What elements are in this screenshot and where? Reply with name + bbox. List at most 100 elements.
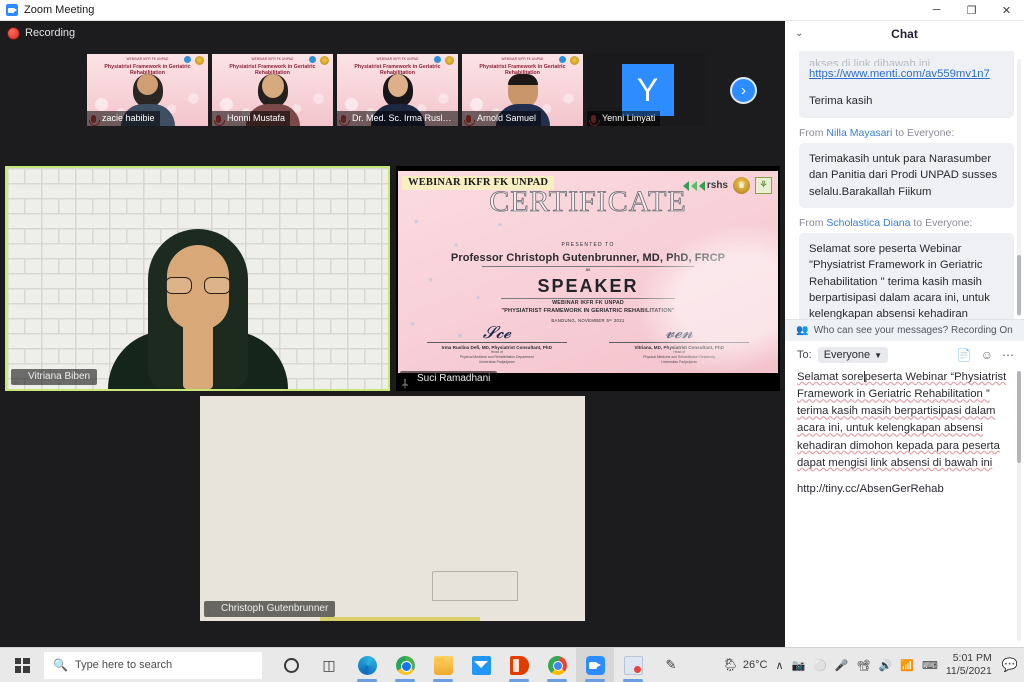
windows-taskbar: 🔍 Type here to search ◫ ✎ 🌦 26°C ∧ 📷 ⚪ 🎤…	[0, 647, 1024, 682]
bluetooth-tray-icon[interactable]: 📶	[900, 659, 914, 672]
minimize-button[interactable]: ─	[919, 0, 954, 21]
tile-name-label: Vitriana Biben	[11, 369, 98, 385]
chat-message-list[interactable]: akses di link dibawah ini https://www.me…	[785, 47, 1024, 319]
from-prefix: From	[799, 216, 824, 229]
sender-name[interactable]: Scholastica Diana	[826, 217, 910, 229]
thumbnail-name-label: Arnold Samuel	[462, 111, 542, 126]
microphone-tray-icon[interactable]: 🎤	[835, 659, 849, 672]
slide-logo-a-icon	[184, 56, 191, 63]
compose-recipient-dropdown[interactable]: Everyone ▼	[817, 347, 889, 363]
window-title-bar: Zoom Meeting ─ ❐ ✕	[0, 0, 1024, 21]
file-explorer-icon	[433, 655, 453, 675]
taskbar-app-task-view[interactable]: ◫	[310, 648, 348, 682]
chat-scrollbar-thumb[interactable]	[1017, 255, 1021, 315]
chat-privacy-bar[interactable]: 👥 Who can see your messages? Recording O…	[785, 319, 1024, 341]
show-hidden-icons-button[interactable]: ∧	[775, 659, 783, 672]
signature-role-3: Universitas Padjadjaran	[661, 359, 698, 364]
chrome-beta-icon	[395, 655, 415, 675]
taskbar-app-sticky-notes[interactable]	[614, 648, 652, 682]
certificate-image: WEBINAR IKFR FK UNPAD CERTIFICATE rshs P…	[398, 171, 778, 373]
zoom-tray-icon[interactable]: ⚪	[813, 659, 827, 672]
video-tile-suci-ramadhani-certificate[interactable]: WEBINAR IKFR FK UNPAD CERTIFICATE rshs P…	[396, 166, 780, 391]
taskbar-search-placeholder: Type here to search	[74, 659, 173, 671]
chat-compose-input[interactable]: Selamat sorepeserta Webinar “Physiatrist…	[797, 369, 1014, 472]
taskbar-app-mail[interactable]	[462, 648, 500, 682]
camera-tray-icon[interactable]: 📷	[792, 659, 806, 672]
chat-header: ⌄ Chat	[785, 21, 1024, 47]
tile-name-label: Suci Ramadhani	[400, 371, 498, 387]
chat-scrollbar[interactable]	[1017, 59, 1021, 317]
close-button[interactable]: ✕	[989, 0, 1024, 21]
compose-scrollbar[interactable]	[1017, 371, 1021, 641]
taskbar-app-cortana[interactable]	[272, 648, 310, 682]
zoom-icon	[6, 4, 18, 16]
sender-name[interactable]: Nilla Mayasari	[826, 127, 892, 139]
compose-to-label: To:	[797, 349, 812, 361]
thumbnail-participant-4[interactable]: Y Yenni Limyati	[587, 54, 708, 126]
chat-compose-area[interactable]: Selamat sorepeserta Webinar “Physiatrist…	[785, 369, 1024, 647]
video-tile-vitriana-biben[interactable]: Vitriana Biben	[5, 166, 390, 391]
search-icon: 🔍	[53, 658, 68, 672]
task-view-icon: ◫	[322, 656, 336, 673]
chevron-down-icon[interactable]: ⌄	[795, 28, 803, 39]
taskbar-app-file-explorer[interactable]	[424, 648, 462, 682]
maximize-button[interactable]: ❐	[954, 0, 989, 21]
participant-figure	[107, 229, 288, 389]
chevron-down-icon: ▼	[874, 350, 883, 360]
taskbar-app-chrome-beta[interactable]	[386, 648, 424, 682]
office-icon	[509, 655, 529, 675]
taskbar-search-input[interactable]: 🔍 Type here to search	[44, 651, 262, 679]
from-prefix: From	[799, 126, 824, 139]
taskbar-app-zoom[interactable]	[576, 647, 614, 682]
certificate-presented-to: PRESENTED TO	[561, 242, 615, 248]
recording-indicator[interactable]: Recording	[8, 27, 75, 39]
certificate-signature-right: 𝓿𝓮𝓷 Vitriana, MD, Physiatrist Consultant…	[603, 322, 755, 365]
chat-compose-header: To: Everyone ▼ 📄 ☺ ⋯	[785, 341, 1024, 369]
taskbar-app-google-chrome[interactable]	[538, 648, 576, 682]
compose-scrollbar-thumb[interactable]	[1017, 371, 1021, 463]
slide-logo-a-icon	[309, 56, 316, 63]
taskbar-app-edge[interactable]	[348, 648, 386, 682]
rshs-logo-icon: rshs	[682, 180, 728, 191]
thumbnail-participant-1[interactable]: WEBINAR IKFR FK UNPAD Physiatrist Framew…	[212, 54, 333, 126]
slide-logo-b-icon	[320, 56, 329, 65]
more-options-icon[interactable]: ⋯	[1002, 348, 1014, 362]
next-page-arrow-icon[interactable]: ›	[730, 76, 757, 104]
chat-message-2: Selamat sore peserta Webinar "Physiatris…	[799, 232, 1014, 319]
chat-compose-url: http://tiny.cc/AbsenGerRehab	[797, 482, 944, 495]
thumbnail-participant-0[interactable]: WEBINAR IKFR FK UNPAD Physiatrist Framew…	[87, 54, 208, 126]
chat-panel: ⌄ Chat akses di link dibawah ini https:/…	[785, 21, 1024, 647]
thumbnail-participant-2[interactable]: WEBINAR IKFR FK UNPAD Physiatrist Framew…	[337, 54, 458, 126]
signature-mark: 𝓢𝓬𝓮	[482, 322, 511, 342]
taskbar-clock[interactable]: 5:01 PM 11/5/2021	[946, 652, 992, 678]
clock-time: 5:01 PM	[952, 651, 992, 664]
chat-message-2-body: Selamat sore peserta Webinar "Physiatris…	[809, 242, 990, 319]
chat-message-0: akses di link dibawah ini https://www.me…	[799, 51, 1014, 118]
keyboard-tray-icon[interactable]: ⌨	[922, 659, 938, 672]
start-button[interactable]	[0, 648, 44, 682]
file-icon[interactable]: 📄	[957, 348, 972, 362]
windows-logo-icon	[14, 657, 30, 673]
chat-message-1: Terimakasih untuk para Narasumber dan Pa…	[799, 142, 1014, 208]
weather-widget[interactable]: 🌦 26°C	[722, 657, 767, 673]
weather-icon: 🌦	[722, 657, 739, 672]
certificate-logos: rshs	[682, 177, 772, 194]
certificate-event-line-2: "PHYSIATRIST FRAMEWORK IN GERIATRIC REHA…	[501, 308, 675, 314]
unpad-seal-icon	[733, 177, 750, 194]
chat-message-0-link[interactable]: https://www.menti.com/av559mv1n7	[809, 68, 990, 80]
emoji-icon[interactable]: ☺	[981, 348, 993, 362]
video-tile-christoph-gutenbrunner[interactable]: Christoph Gutenbrunner	[200, 396, 585, 621]
signature-role-3: Universitas Padjadjaran	[478, 359, 515, 364]
screen-edge-highlight	[320, 617, 480, 621]
taskbar-app-office[interactable]	[500, 648, 538, 682]
volume-tray-icon[interactable]: 🔊	[879, 659, 893, 672]
thumbnail-participant-3[interactable]: WEBINAR IKFR FK UNPAD Physiatrist Framew…	[462, 54, 583, 126]
certificate-signature-left: 𝓢𝓬𝓮 Irma Ruslina Defi, MD, Physiatrist C…	[421, 322, 573, 365]
display-settings-tray-icon[interactable]: 📽	[857, 659, 871, 672]
taskbar-app-pen-menu[interactable]: ✎	[652, 648, 690, 682]
certificate-date: BANDUNG, NOVEMBER 5ᵗʰ 2021	[551, 318, 625, 323]
signature-mark: 𝓿𝓮𝓷	[665, 322, 694, 342]
avatar: Y	[621, 64, 674, 116]
microsoft-edge-icon	[357, 655, 377, 675]
notification-center-icon[interactable]: 💬	[1000, 657, 1018, 673]
